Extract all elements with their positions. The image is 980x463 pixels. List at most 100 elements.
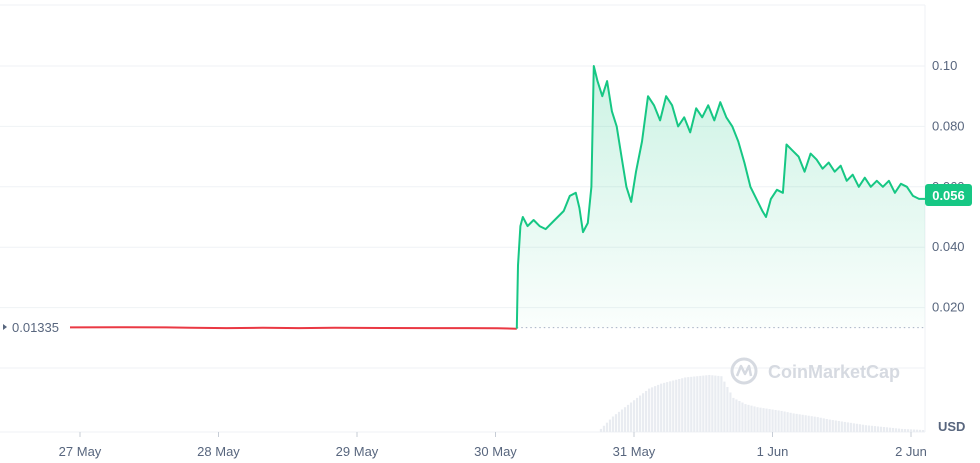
- volume-bar: [645, 390, 648, 432]
- volume-bar: [828, 419, 831, 432]
- volume-bar: [708, 374, 711, 432]
- volume-bar: [684, 377, 687, 432]
- volume-bar: [602, 425, 606, 432]
- volume-bar: [906, 429, 910, 432]
- volume-bar: [632, 400, 636, 432]
- volume-bar: [795, 413, 798, 432]
- volume-bar: [780, 410, 783, 432]
- volume-bar: [657, 384, 660, 432]
- volume-bar: [690, 376, 693, 432]
- volume-bar: [699, 375, 702, 432]
- volume-bar: [783, 411, 786, 432]
- volume-bar: [675, 379, 678, 432]
- volume-bar: [798, 414, 801, 432]
- volume-bar: [753, 406, 756, 432]
- watermark-text: CoinMarketCap: [768, 362, 900, 382]
- y-tick-label: 0.040: [932, 239, 965, 254]
- volume-bar: [852, 423, 855, 432]
- volume-bar: [792, 413, 795, 432]
- volume-bar: [723, 381, 726, 432]
- volume-bar: [861, 424, 864, 432]
- volume-bar: [638, 395, 642, 432]
- currency-label: USD: [938, 419, 965, 434]
- volume-bar: [756, 407, 759, 432]
- x-tick-label: 27 May: [59, 444, 102, 459]
- volume-bar: [831, 420, 834, 432]
- x-tick-label: 28 May: [197, 444, 240, 459]
- volume-bar: [867, 425, 870, 432]
- volume-bar: [635, 397, 639, 432]
- volume-bar: [786, 412, 789, 432]
- volume-bar: [858, 424, 861, 432]
- x-tick-label: 31 May: [613, 444, 656, 459]
- volume-bar: [735, 399, 738, 432]
- price-line-down: [69, 326, 517, 330]
- volume-bar: [816, 417, 819, 432]
- volume-bar: [822, 418, 825, 432]
- volume-bar: [678, 378, 681, 432]
- volume-bars: [599, 374, 925, 432]
- volume-bar: [693, 376, 696, 432]
- volume-bar: [903, 429, 907, 432]
- volume-bar: [626, 404, 630, 432]
- volume-bar: [669, 381, 672, 432]
- volume-bar: [873, 426, 877, 432]
- volume-bar: [762, 408, 765, 432]
- volume-bar: [825, 418, 828, 432]
- volume-bar: [617, 411, 621, 432]
- volume-bar: [885, 427, 889, 432]
- reference-price: 0.01335: [3, 320, 59, 335]
- volume-bar: [879, 426, 883, 432]
- volume-bar: [771, 409, 774, 432]
- volume-bar: [705, 375, 708, 432]
- volume-bar: [813, 416, 816, 432]
- volume-bar: [837, 420, 840, 432]
- volume-bar: [789, 412, 792, 432]
- volume-bar: [717, 375, 720, 432]
- volume-bar: [714, 375, 717, 432]
- volume-bar: [804, 415, 807, 432]
- volume-bar: [765, 408, 768, 432]
- volume-bar: [663, 382, 666, 432]
- volume-bar: [774, 409, 777, 432]
- volume-bar: [651, 387, 654, 432]
- volume-bar: [741, 402, 744, 432]
- volume-bar: [840, 421, 843, 432]
- volume-bar: [894, 428, 898, 432]
- volume-bar: [747, 404, 750, 432]
- volume-bar: [801, 414, 804, 432]
- y-tick-label: 0.020: [932, 300, 965, 315]
- volume-bar: [834, 420, 837, 432]
- volume-bar: [711, 375, 714, 432]
- y-tick-label: 0.10: [932, 58, 957, 73]
- volume-bar: [900, 428, 904, 432]
- volume-bar: [702, 375, 705, 432]
- volume-bar: [918, 429, 922, 432]
- volume-bar: [819, 417, 822, 432]
- volume-bar: [738, 401, 741, 432]
- reference-price-label: 0.01335: [12, 320, 59, 335]
- volume-bar: [720, 376, 723, 432]
- volume-bar: [654, 386, 657, 432]
- x-axis: 27 May 28 May 29 May 30 May 31 May 1 Jun 2 Jun: [59, 432, 927, 459]
- volume-bar: [915, 429, 919, 432]
- volume-bar: [660, 383, 663, 432]
- volume-bar: [750, 405, 753, 432]
- volume-bar: [666, 382, 669, 432]
- volume-bar: [611, 416, 615, 432]
- volume-bar: [807, 415, 810, 432]
- x-tick-label: 29 May: [336, 444, 379, 459]
- volume-bar: [648, 388, 651, 432]
- current-price-label: 0.056: [932, 188, 965, 203]
- volume-bar: [882, 427, 886, 432]
- volume-bar: [599, 428, 603, 432]
- volume-bar: [897, 428, 901, 432]
- volume-bar: [620, 409, 624, 432]
- volume-bar: [843, 421, 846, 432]
- volume-bar: [623, 407, 627, 432]
- volume-bar: [605, 422, 609, 432]
- volume-bar: [744, 404, 747, 432]
- current-price-badge: 0.056: [925, 184, 972, 206]
- volume-bar: [629, 402, 633, 432]
- x-tick-label: 2 Jun: [895, 444, 927, 459]
